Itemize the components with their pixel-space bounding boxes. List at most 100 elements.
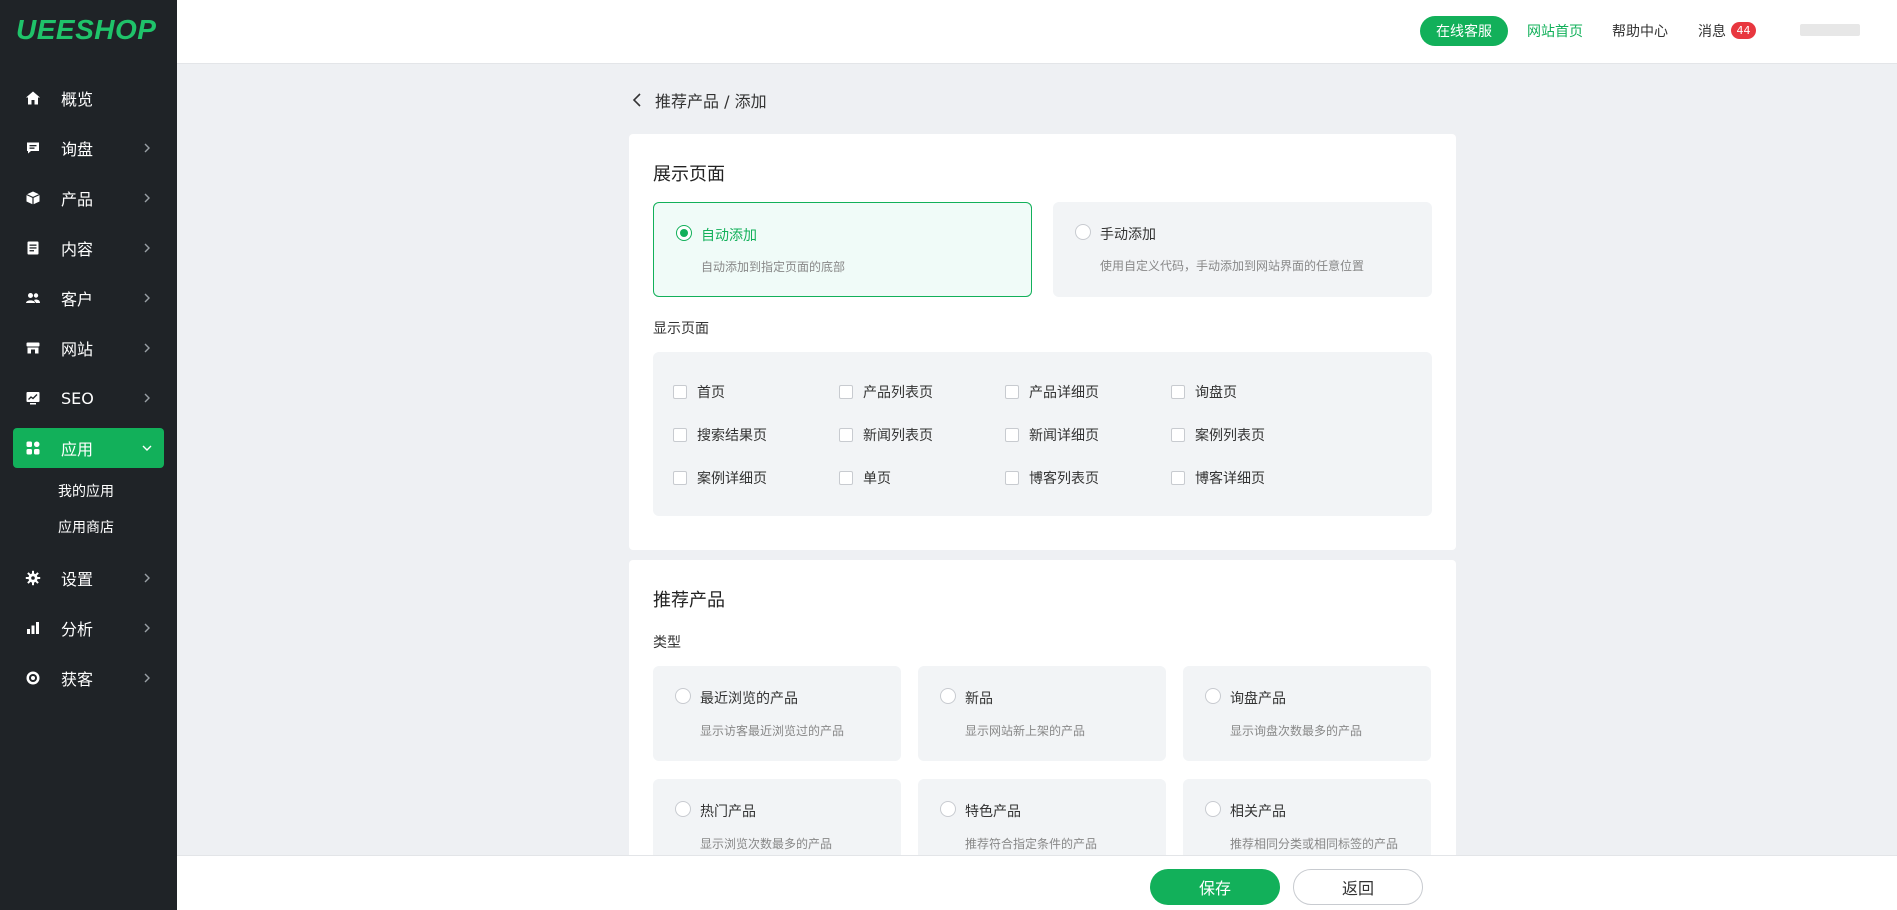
help-center-link[interactable]: 帮助中心 <box>1612 21 1668 41</box>
checkbox-news-list[interactable]: 新闻列表页 <box>839 425 933 445</box>
sidebar-item-overview[interactable]: 概览 <box>13 78 164 118</box>
checkbox-case-list[interactable]: 案例列表页 <box>1171 425 1265 445</box>
option-desc: 显示询盘次数最多的产品 <box>1230 724 1363 738</box>
radio-auto-add[interactable] <box>676 225 692 241</box>
sidebar-item-label: 概览 <box>61 90 94 109</box>
brand-logo[interactable]: UEESHOP <box>16 14 156 46</box>
sidebar-item-label: 分析 <box>61 620 94 639</box>
checkbox-label: 产品列表页 <box>863 385 933 401</box>
checkbox[interactable] <box>1171 428 1185 442</box>
sidebar-item-settings[interactable]: 设置 <box>13 558 164 598</box>
radio-type[interactable] <box>940 801 956 817</box>
save-button[interactable]: 保存 <box>1150 869 1280 905</box>
radio-type[interactable] <box>1205 688 1221 704</box>
checkbox-label: 产品详细页 <box>1029 385 1099 401</box>
message-icon <box>23 138 43 158</box>
radio-type[interactable] <box>1205 801 1221 817</box>
checkbox-case-detail[interactable]: 案例详细页 <box>673 468 767 488</box>
option-desc: 显示访客最近浏览过的产品 <box>700 724 845 738</box>
type-inquiry-products[interactable]: 询盘产品 显示询盘次数最多的产品 <box>1183 666 1431 761</box>
checkbox-label: 博客列表页 <box>1029 471 1099 487</box>
option-desc: 显示浏览次数最多的产品 <box>700 837 833 851</box>
breadcrumb-text: 推荐产品 / 添加 <box>655 92 767 111</box>
radio-manual-add[interactable] <box>1075 224 1091 240</box>
display-page-card: 展示页面 自动添加 自动添加到指定页面的底部 手动添加 使用自定义代码，手动添加… <box>629 134 1456 550</box>
checkbox[interactable] <box>673 428 687 442</box>
option-title: 特色产品 <box>965 804 1021 820</box>
home-icon <box>23 88 43 108</box>
checkbox-blog-detail[interactable]: 博客详细页 <box>1171 468 1265 488</box>
chart-monitor-icon <box>23 388 43 408</box>
checkbox[interactable] <box>673 385 687 399</box>
option-title: 新品 <box>965 691 993 707</box>
chevron-right-icon <box>144 573 150 583</box>
checkbox-blog-list[interactable]: 博客列表页 <box>1005 468 1099 488</box>
checkbox[interactable] <box>1005 471 1019 485</box>
sidebar-item-label: 产品 <box>61 190 94 209</box>
sidebar-item-label: 设置 <box>61 570 94 589</box>
checkbox-product-detail[interactable]: 产品详细页 <box>1005 382 1099 402</box>
checkbox-inquiry[interactable]: 询盘页 <box>1171 382 1237 402</box>
type-recently-viewed[interactable]: 最近浏览的产品 显示访客最近浏览过的产品 <box>653 666 901 761</box>
sidebar-item-seo[interactable]: SEO <box>13 378 164 418</box>
checkbox[interactable] <box>839 471 853 485</box>
apps-submenu: 我的应用 应用商店 <box>0 474 177 546</box>
sidebar-item-content[interactable]: 内容 <box>13 228 164 268</box>
submenu-item-my-apps[interactable]: 我的应用 <box>0 474 177 510</box>
chevron-right-icon <box>144 243 150 253</box>
type-new-products[interactable]: 新品 显示网站新上架的产品 <box>918 666 1166 761</box>
option-desc: 推荐相同分类或相同标签的产品 <box>1230 837 1399 851</box>
option-manual-add[interactable]: 手动添加 使用自定义代码，手动添加到网站界面的任意位置 <box>1053 202 1432 297</box>
radio-type[interactable] <box>675 688 691 704</box>
checkbox-home[interactable]: 首页 <box>673 382 725 402</box>
checkbox[interactable] <box>1005 385 1019 399</box>
sidebar-item-website[interactable]: 网站 <box>13 328 164 368</box>
option-title: 手动添加 <box>1100 227 1156 243</box>
sidebar-item-products[interactable]: 产品 <box>13 178 164 218</box>
option-desc: 自动添加到指定页面的底部 <box>701 260 846 274</box>
sidebar-item-label: 网站 <box>61 340 94 359</box>
gear-icon <box>23 568 43 588</box>
checkbox-label: 询盘页 <box>1195 385 1237 401</box>
sidebar-item-customers[interactable]: 客户 <box>13 278 164 318</box>
online-service-button[interactable]: 在线客服 <box>1420 16 1508 46</box>
radio-type[interactable] <box>675 801 691 817</box>
sidebar-item-label: 应用 <box>61 440 94 459</box>
sidebar: UEESHOP 概览 询盘 产品 内容 客户 网站 SEO 应用 我的应用 应用… <box>0 0 177 910</box>
checkbox[interactable] <box>839 385 853 399</box>
option-desc: 显示网站新上架的产品 <box>965 724 1086 738</box>
checkbox-label: 博客详细页 <box>1195 471 1265 487</box>
sidebar-item-label: 询盘 <box>61 140 94 159</box>
checkbox[interactable] <box>839 428 853 442</box>
back-button[interactable]: 返回 <box>1293 869 1423 905</box>
checkbox-product-list[interactable]: 产品列表页 <box>839 382 933 402</box>
checkbox[interactable] <box>1005 428 1019 442</box>
box-icon <box>23 188 43 208</box>
user-account-menu[interactable] <box>1800 24 1860 36</box>
checkbox[interactable] <box>1171 471 1185 485</box>
checkbox[interactable] <box>673 471 687 485</box>
checkbox-label: 案例详细页 <box>697 471 767 487</box>
radio-type[interactable] <box>940 688 956 704</box>
checkbox-news-detail[interactable]: 新闻详细页 <box>1005 425 1099 445</box>
chevron-right-icon <box>144 193 150 203</box>
top-bar: 在线客服 网站首页 帮助中心 消息 44 <box>177 0 1897 64</box>
submenu-item-app-store[interactable]: 应用商店 <box>0 510 177 546</box>
chevron-right-icon <box>144 393 150 403</box>
checkbox-label: 搜索结果页 <box>697 428 767 444</box>
sidebar-item-apps[interactable]: 应用 <box>13 428 164 468</box>
messages-link[interactable]: 消息 <box>1698 21 1726 41</box>
website-home-link[interactable]: 网站首页 <box>1527 21 1583 41</box>
back-arrow-icon[interactable] <box>629 91 647 109</box>
sidebar-item-analytics[interactable]: 分析 <box>13 608 164 648</box>
recommend-section-title: 推荐产品 <box>653 590 725 611</box>
sidebar-item-acquisition[interactable]: 获客 <box>13 658 164 698</box>
checkbox[interactable] <box>1171 385 1185 399</box>
option-title: 最近浏览的产品 <box>700 691 798 707</box>
users-icon <box>23 288 43 308</box>
checkbox-search-results[interactable]: 搜索结果页 <box>673 425 767 445</box>
option-title: 自动添加 <box>701 228 757 244</box>
sidebar-item-inquiry[interactable]: 询盘 <box>13 128 164 168</box>
option-auto-add[interactable]: 自动添加 自动添加到指定页面的底部 <box>653 202 1032 297</box>
checkbox-single-page[interactable]: 单页 <box>839 468 891 488</box>
